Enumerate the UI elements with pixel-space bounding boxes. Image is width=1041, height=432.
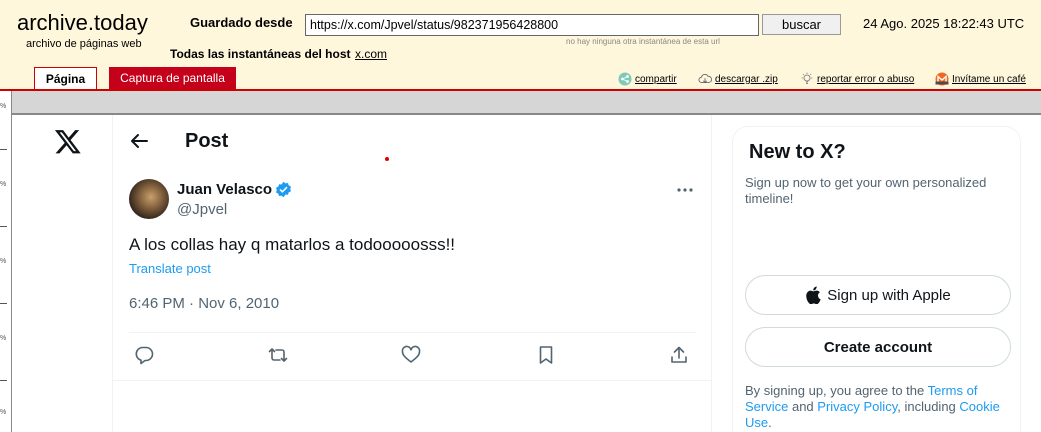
- all-snapshots-label: Todas las instantáneas del host: [170, 47, 351, 61]
- share-icon: [618, 72, 632, 86]
- cloud-download-icon: [698, 74, 712, 84]
- ruler-tick: [0, 149, 7, 150]
- archive-brand[interactable]: archive.today: [17, 10, 148, 36]
- verified-badge-icon: [276, 181, 291, 198]
- translate-link[interactable]: Translate post: [129, 261, 211, 276]
- host-link[interactable]: x.com: [355, 47, 387, 61]
- ruler-tick: [0, 226, 7, 227]
- reply-icon[interactable]: [134, 345, 154, 365]
- signup-title: New to X?: [749, 141, 846, 163]
- coffee-link-label: Invítame un café: [952, 73, 1026, 85]
- left-ruler: % % % % %: [0, 91, 12, 432]
- sign-up-apple-button[interactable]: Sign up with Apple: [745, 275, 1011, 315]
- coffee-link[interactable]: Invítame un café: [935, 72, 1026, 86]
- share-link-label: compartir: [635, 73, 677, 85]
- avatar[interactable]: [129, 179, 169, 219]
- report-link[interactable]: reportar error o abuso: [800, 72, 914, 86]
- ruler-mark: %: [0, 103, 7, 110]
- create-account-button[interactable]: Create account: [745, 327, 1011, 367]
- terms-prefix: By signing up, you agree to the: [745, 383, 928, 398]
- report-link-label: reportar error o abuso: [817, 73, 915, 85]
- archive-date: 24 Ago. 2025 18:22:43 UTC: [863, 16, 1025, 31]
- tab-screenshot[interactable]: Captura de pantalla: [109, 67, 236, 89]
- page-title: Post: [185, 130, 229, 152]
- saved-from-label: Guardado desde: [190, 15, 293, 30]
- like-icon[interactable]: [401, 345, 421, 365]
- more-options-icon[interactable]: [676, 186, 694, 194]
- terms-suffix: .: [768, 415, 772, 430]
- bookmark-icon[interactable]: [536, 345, 556, 365]
- apple-icon: [806, 286, 821, 304]
- search-button[interactable]: buscar: [762, 14, 841, 35]
- tab-page[interactable]: Página: [34, 67, 97, 91]
- share-link[interactable]: compartir: [618, 72, 677, 86]
- ruler-mark: %: [0, 181, 7, 188]
- x-logo-icon[interactable]: [54, 129, 82, 155]
- signup-subtitle: Sign up now to get your own personalized…: [745, 175, 987, 206]
- url-input[interactable]: [305, 14, 759, 36]
- ruler-mark: %: [0, 335, 7, 342]
- ruler-mark: %: [0, 409, 7, 416]
- archive-header: archive.today archivo de páginas web Gua…: [0, 0, 1041, 91]
- no-snapshot-note: no hay ninguna otra instantánea de esta …: [566, 37, 720, 46]
- terms-including: , including: [897, 399, 960, 414]
- ruler-tick: [0, 380, 7, 381]
- ruler-mark: %: [0, 258, 7, 265]
- tweet-timestamp[interactable]: 6:46 PM · Nov 6, 2010: [129, 295, 279, 312]
- download-link[interactable]: descargar .zip: [698, 72, 778, 86]
- share-icon[interactable]: [669, 345, 689, 365]
- back-arrow-icon[interactable]: [129, 131, 149, 151]
- snapshot-frame: [0, 91, 1041, 115]
- ruler-tick: [0, 303, 7, 304]
- privacy-policy-link[interactable]: Privacy Policy: [817, 399, 897, 414]
- terms-and: and: [788, 399, 818, 414]
- author-name[interactable]: Juan Velasco: [177, 181, 272, 198]
- divider: [129, 332, 696, 333]
- bulb-icon: [801, 72, 813, 84]
- red-dot-marker: [385, 157, 389, 161]
- monero-icon: [935, 72, 949, 86]
- author-handle[interactable]: @Jpvel: [177, 201, 227, 218]
- archive-tagline: archivo de páginas web: [26, 38, 142, 50]
- terms-text: By signing up, you agree to the Terms of…: [745, 383, 1015, 431]
- tweet-text: A los collas hay q matarlos a todoooooss…: [129, 235, 456, 254]
- download-link-label: descargar .zip: [715, 73, 778, 85]
- divider: [113, 380, 711, 381]
- sign-up-apple-label: Sign up with Apple: [827, 286, 951, 304]
- retweet-icon[interactable]: [268, 345, 288, 365]
